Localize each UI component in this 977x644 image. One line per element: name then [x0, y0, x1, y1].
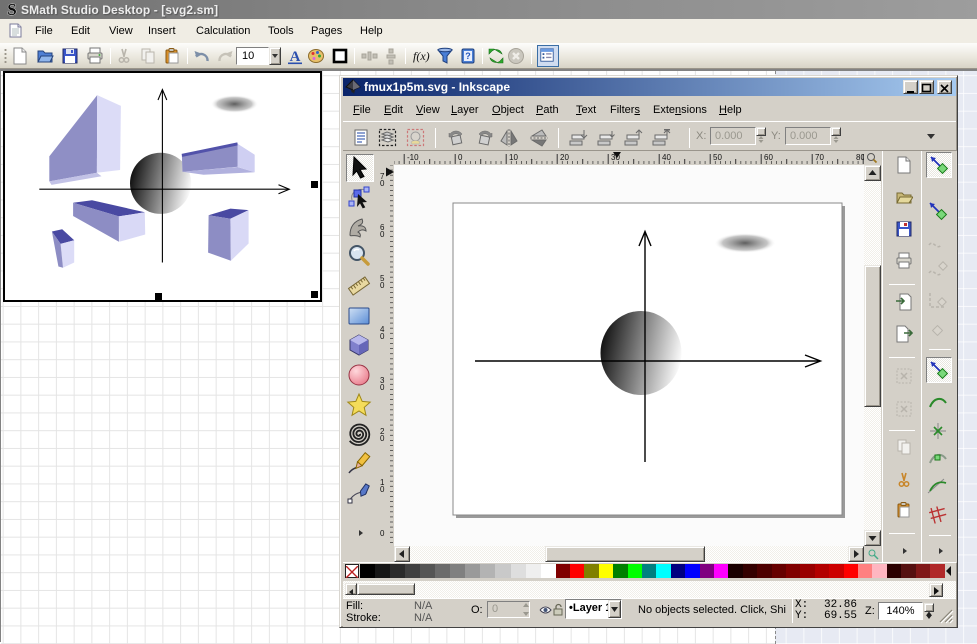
svg-text:0: 0 — [458, 153, 463, 162]
svg-text:60: 60 — [764, 153, 773, 162]
svg-text:40: 40 — [662, 153, 671, 162]
svg-text:0: 0 — [380, 485, 385, 494]
svg-text:0: 0 — [380, 434, 385, 443]
svg-text:0: 0 — [380, 529, 385, 538]
svg-text:0: 0 — [380, 332, 385, 341]
svg-text:0: 0 — [380, 281, 385, 290]
svg-text:S: S — [7, 1, 16, 18]
svg-text:80: 80 — [856, 153, 864, 162]
svg-text:0: 0 — [380, 179, 385, 188]
svg-text:0: 0 — [380, 230, 385, 239]
svg-text:0: 0 — [380, 383, 385, 392]
svg-text:10: 10 — [509, 153, 518, 162]
svg-text:?: ? — [465, 51, 471, 61]
svg-text:20: 20 — [560, 153, 569, 162]
svg-text:f(x): f(x) — [413, 49, 430, 63]
svg-text:-10: -10 — [407, 153, 419, 162]
svg-text:70: 70 — [815, 153, 824, 162]
svg-text:50: 50 — [713, 153, 722, 162]
